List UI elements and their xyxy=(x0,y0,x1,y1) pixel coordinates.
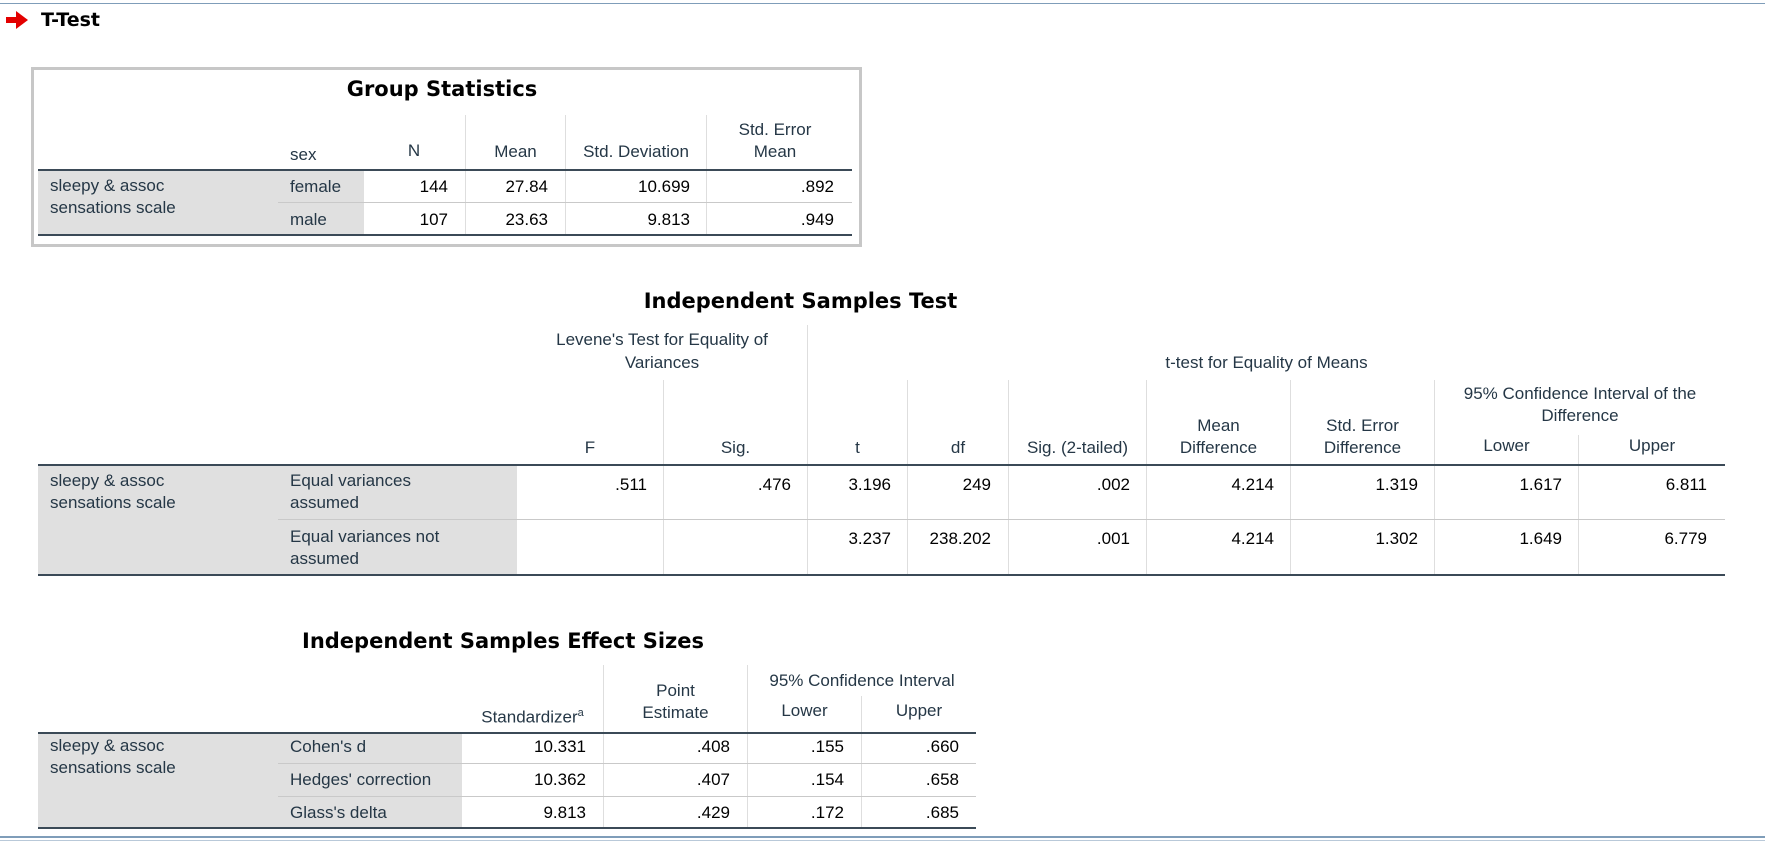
row-equal-assumed-line1: Equal variances xyxy=(290,471,411,490)
effect-ci-header: 95% Confidence Interval xyxy=(769,671,955,690)
sig2-not-assumed: .001 xyxy=(1096,529,1130,548)
f-assumed: .511 xyxy=(615,475,647,494)
group-stats-header-rule xyxy=(38,169,852,171)
effect-col-point-line1: Point xyxy=(656,681,695,700)
effect-col-point-line2: Estimate xyxy=(642,703,709,722)
col-sig: Sig. xyxy=(720,438,751,457)
sex-male: male xyxy=(290,210,327,229)
mean-difference-line1: Mean xyxy=(1197,416,1240,435)
effect-sizes-title: Independent Samples Effect Sizes xyxy=(302,629,704,653)
header-mean: Mean xyxy=(494,142,537,161)
effect-std-cohens-d: 10.331 xyxy=(534,737,586,756)
row-equal-not-assumed-line2: assumed xyxy=(290,549,359,568)
mean-male: 23.63 xyxy=(505,210,548,229)
effect-std-glass: 9.813 xyxy=(543,803,586,822)
sig-assumed: .476 xyxy=(757,475,791,494)
output-heading[interactable]: T-Test xyxy=(6,8,100,32)
col-t: t xyxy=(855,438,860,457)
row-equal-not-assumed-line1: Equal variances not xyxy=(290,527,440,546)
se-difference-line1: Std. Error xyxy=(1326,416,1399,435)
col-df: df xyxy=(950,438,966,457)
col-sig-2-tailed: Sig. (2-tailed) xyxy=(1026,438,1129,457)
df-assumed: 249 xyxy=(962,475,991,494)
header-std-error-line1: Std. Error xyxy=(738,120,812,139)
levene-header-line1: Levene's Test for Equality of xyxy=(556,330,768,349)
col-f: F xyxy=(584,438,596,457)
se-male: .949 xyxy=(800,210,834,229)
mean-difference-line2: Difference xyxy=(1179,438,1258,457)
effect-upper-hedges: .658 xyxy=(925,770,959,789)
group-statistics-title: Group Statistics xyxy=(346,77,538,101)
effect-pe-hedges: .407 xyxy=(696,770,730,789)
effect-variable-label-line1: sleepy & assoc xyxy=(50,736,165,755)
sd-female: 10.699 xyxy=(638,177,690,196)
effect-col-standardizer: Standardizera xyxy=(462,702,603,729)
effect-bottom-rule xyxy=(38,827,976,829)
ind-test-bottom-rule xyxy=(38,574,1725,576)
upper-assumed: 6.811 xyxy=(1665,475,1707,494)
md-not-assumed: 4.214 xyxy=(1231,529,1274,548)
sex-female: female xyxy=(290,177,342,196)
output-bottom-border xyxy=(0,836,1765,838)
header-n: N xyxy=(407,141,421,160)
effect-row-hedges: Hedges' correction xyxy=(290,770,432,789)
effect-row-cohens-d: Cohen's d xyxy=(290,737,367,756)
mean-female: 27.84 xyxy=(505,177,548,196)
ttest-header: t-test for Equality of Means xyxy=(1165,353,1368,372)
sd-male: 9.813 xyxy=(647,210,690,229)
effect-variable-label-line2: sensations scale xyxy=(50,758,176,777)
effect-lower-cohens-d: .155 xyxy=(810,737,844,756)
effect-lower-glass: .172 xyxy=(810,803,844,822)
effect-pe-glass: .429 xyxy=(696,803,730,822)
levene-header-line2: Variances xyxy=(624,353,700,372)
standardizer-label: Standardizer xyxy=(481,707,578,727)
effect-std-hedges: 10.362 xyxy=(534,770,586,789)
effect-row-glass: Glass's delta xyxy=(290,803,387,822)
header-sex: sex xyxy=(290,145,317,164)
variable-label-line1: sleepy & assoc xyxy=(50,176,165,195)
ind-test-header-rule xyxy=(38,464,1725,466)
variable-label-line2: sensations scale xyxy=(50,198,176,217)
n-male: 107 xyxy=(419,210,448,229)
red-arrow-icon xyxy=(6,11,28,29)
effect-lower-hedges: .154 xyxy=(810,770,844,789)
effect-col-upper: Upper xyxy=(895,701,943,720)
upper-not-assumed: 6.779 xyxy=(1664,529,1707,548)
standardizer-footnote-marker: a xyxy=(577,707,584,719)
ind-variable-label-line2: sensations scale xyxy=(50,493,176,512)
se-female: .892 xyxy=(800,177,834,196)
header-std-deviation: Std. Deviation xyxy=(583,142,689,161)
se-difference-line2: Difference xyxy=(1323,438,1402,457)
lower-assumed: 1.617 xyxy=(1519,475,1562,494)
output-bottom-border-inner xyxy=(0,840,1765,841)
sed-not-assumed: 1.302 xyxy=(1375,529,1418,548)
independent-samples-test-title: Independent Samples Test xyxy=(643,289,958,313)
lower-not-assumed: 1.649 xyxy=(1519,529,1562,548)
effect-pe-cohens-d: .408 xyxy=(696,737,730,756)
effect-header-rule xyxy=(38,732,976,734)
md-assumed: 4.214 xyxy=(1231,475,1274,494)
ci-header-line1: 95% Confidence Interval of the xyxy=(1463,384,1697,403)
row-equal-assumed-line2: assumed xyxy=(290,493,359,512)
sed-assumed: 1.319 xyxy=(1375,475,1418,494)
t-assumed: 3.196 xyxy=(848,475,891,494)
ind-variable-label-line1: sleepy & assoc xyxy=(50,471,165,490)
header-std-error-line2: Mean xyxy=(753,142,797,161)
ci-header-line2: Difference xyxy=(1541,406,1619,425)
n-female: 144 xyxy=(419,177,448,196)
col-lower: Lower xyxy=(1483,436,1530,455)
effect-upper-cohens-d: .660 xyxy=(925,737,959,756)
output-title: T-Test xyxy=(41,9,100,31)
group-stats-bottom-rule xyxy=(38,234,852,236)
col-upper: Upper xyxy=(1628,436,1676,455)
effect-col-lower: Lower xyxy=(781,701,828,720)
output-top-border xyxy=(0,3,1765,4)
effect-upper-glass: .685 xyxy=(925,803,959,822)
t-not-assumed: 3.237 xyxy=(848,529,891,548)
df-not-assumed: 238.202 xyxy=(929,529,991,548)
sig2-assumed: .002 xyxy=(1096,475,1130,494)
